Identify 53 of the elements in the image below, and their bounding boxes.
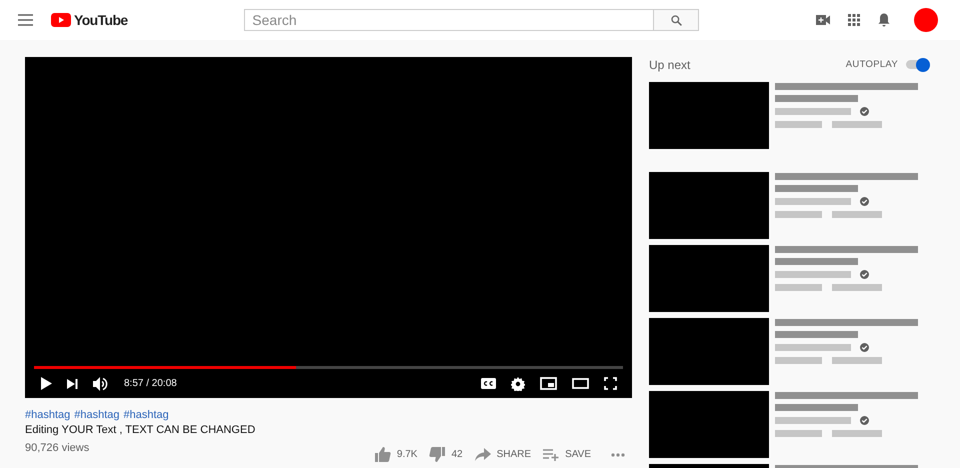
meta-placeholder-bar — [775, 121, 822, 128]
meta-placeholder-bar — [832, 430, 882, 437]
search-icon — [670, 14, 682, 26]
dislike-button[interactable]: 42 — [429, 447, 463, 462]
video-thumbnail[interactable] — [649, 318, 769, 385]
avatar[interactable] — [914, 8, 938, 32]
thumbs-down-icon — [429, 447, 446, 462]
meta-placeholder-bar — [775, 357, 822, 364]
video-camera-icon[interactable] — [816, 15, 830, 25]
thumbs-up-icon — [374, 447, 391, 462]
hashtag-link[interactable]: #hashtag — [25, 409, 70, 421]
miniplayer-icon[interactable] — [540, 377, 557, 390]
meta-placeholder-bar — [775, 284, 822, 291]
save-button[interactable]: SAVE — [543, 447, 591, 462]
search-field[interactable]: Search — [244, 9, 654, 31]
autoplay-toggle[interactable] — [904, 58, 930, 72]
play-icon[interactable] — [41, 377, 52, 390]
logo-text[interactable]: YouTube — [74, 12, 128, 28]
like-button[interactable]: 9.7K — [374, 447, 418, 462]
video-thumbnail[interactable] — [649, 245, 769, 312]
video-title: Editing YOUR Text , TEXT CAN BE CHANGED — [25, 424, 256, 436]
share-arrow-icon — [474, 448, 491, 461]
next-icon[interactable] — [67, 378, 78, 388]
meta-placeholder-bar — [775, 430, 822, 437]
meta-placeholder-bar — [832, 121, 882, 128]
time-display: 8:57 / 20:08 — [124, 378, 177, 389]
bell-icon[interactable] — [878, 13, 890, 27]
hashtag-link[interactable]: #hashtag — [74, 409, 120, 421]
search-button[interactable] — [654, 9, 700, 31]
meta-placeholder-bar — [832, 211, 882, 218]
captions-icon[interactable] — [481, 378, 496, 389]
meta-placeholder-bar — [832, 357, 882, 364]
more-icon — [611, 452, 625, 456]
menu-icon[interactable] — [18, 14, 33, 26]
play-logo-icon — [51, 13, 71, 27]
video-thumbnail[interactable] — [649, 82, 769, 149]
autoplay-label: AUTOPLAY — [846, 59, 898, 70]
up-next-heading: Up next — [649, 58, 690, 72]
share-button[interactable]: SHARE — [474, 447, 532, 462]
theater-mode-icon[interactable] — [572, 378, 589, 389]
volume-icon[interactable] — [93, 376, 109, 390]
apps-grid-icon[interactable] — [848, 14, 860, 26]
meta-placeholder-bar — [832, 284, 882, 291]
video-player[interactable]: 8:57 / 20:08 — [25, 57, 632, 398]
meta-placeholder-bar — [775, 211, 822, 218]
fullscreen-icon[interactable] — [604, 377, 617, 390]
hashtag-link[interactable]: #hashtag — [124, 409, 169, 421]
settings-icon[interactable] — [511, 376, 525, 390]
view-count: 90,726 views — [25, 442, 90, 454]
add-to-playlist-icon — [543, 448, 560, 460]
video-thumbnail[interactable] — [649, 172, 769, 239]
video-thumbnail[interactable] — [649, 391, 769, 458]
video-thumbnail[interactable] — [649, 464, 769, 468]
